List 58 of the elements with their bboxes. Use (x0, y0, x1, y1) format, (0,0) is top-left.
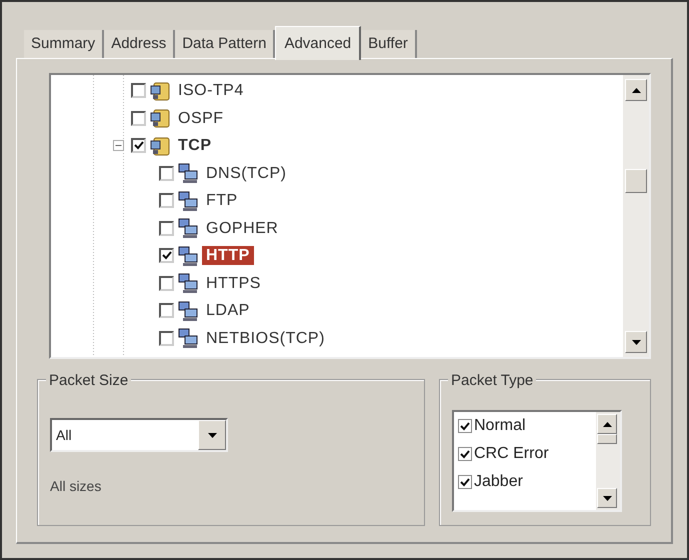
down-arrow-icon (632, 340, 640, 344)
network-computer-icon (177, 300, 199, 322)
tab[interactable]: Data Pattern (175, 30, 276, 58)
network-computer-icon (177, 244, 199, 267)
protocol-icon (149, 80, 171, 102)
network-computer-icon (177, 162, 199, 184)
collapse-icon[interactable] (113, 140, 124, 152)
network-computer-icon (177, 217, 199, 240)
scroll-up-button[interactable] (625, 79, 647, 101)
tab[interactable]: Advanced (275, 26, 362, 60)
up-arrow-icon (602, 422, 612, 426)
protocol-icon (149, 107, 171, 130)
list-item[interactable]: Jabber (474, 470, 523, 494)
tree-item[interactable]: HTTP (202, 246, 254, 266)
up-arrow-icon (632, 88, 640, 92)
checkbox[interactable] (159, 193, 174, 208)
checkbox[interactable] (458, 475, 472, 489)
scrollbar[interactable] (623, 75, 649, 357)
network-computer-icon (177, 272, 199, 294)
network-computer-icon (177, 190, 199, 212)
checkbox[interactable] (159, 220, 174, 236)
tab[interactable]: Buffer (361, 30, 417, 58)
tree-item[interactable]: LDAP (202, 301, 254, 320)
scroll-down-button[interactable] (625, 331, 647, 353)
packet-type-list[interactable]: Normal CRC Error Jabber (452, 410, 622, 512)
tree-item[interactable]: GOPHER (202, 218, 282, 238)
protocol-icon (149, 134, 171, 157)
tab[interactable]: Address (104, 30, 176, 58)
protocol-tree[interactable]: ISO-TP4 OSPF TCP DNS(TCP) FTP GOPHER HTTP HTTPS LDAP NETBIOS(TCP) (49, 73, 651, 359)
network-computer-icon (177, 327, 199, 350)
list-item[interactable]: CRC Error (474, 442, 549, 466)
tree-item[interactable]: HTTPS (202, 274, 265, 293)
tree-item[interactable]: OSPF (174, 108, 228, 128)
size-description: All sizes (50, 477, 102, 496)
scroll-thumb[interactable] (625, 169, 647, 193)
scroll-up-button[interactable] (597, 414, 617, 434)
checkbox[interactable] (159, 248, 174, 264)
tree-item[interactable]: FTP (202, 191, 242, 210)
tree-item[interactable]: NETBIOS(TCP) (202, 328, 329, 348)
checkbox[interactable] (159, 276, 174, 291)
checkbox[interactable] (458, 419, 472, 433)
down-arrow-icon (602, 496, 612, 500)
tree-item[interactable]: ISO-TP4 (174, 81, 248, 100)
checkbox[interactable] (458, 447, 472, 461)
tab[interactable]: Summary (24, 30, 104, 58)
checkbox[interactable] (159, 303, 174, 318)
scroll-down-button[interactable] (597, 488, 617, 508)
checkbox[interactable] (159, 330, 174, 346)
scroll-thumb[interactable] (597, 434, 617, 444)
checkbox[interactable] (131, 110, 146, 126)
checkbox[interactable] (159, 166, 174, 181)
list-item[interactable]: Normal (474, 414, 526, 438)
tree-item[interactable]: DNS(TCP) (202, 164, 290, 183)
packet-size-dropdown[interactable]: All (50, 418, 228, 452)
tree-item[interactable]: TCP (174, 136, 216, 156)
checkbox[interactable] (131, 83, 146, 98)
scrollbar[interactable] (596, 412, 620, 510)
checkbox[interactable] (131, 138, 146, 154)
